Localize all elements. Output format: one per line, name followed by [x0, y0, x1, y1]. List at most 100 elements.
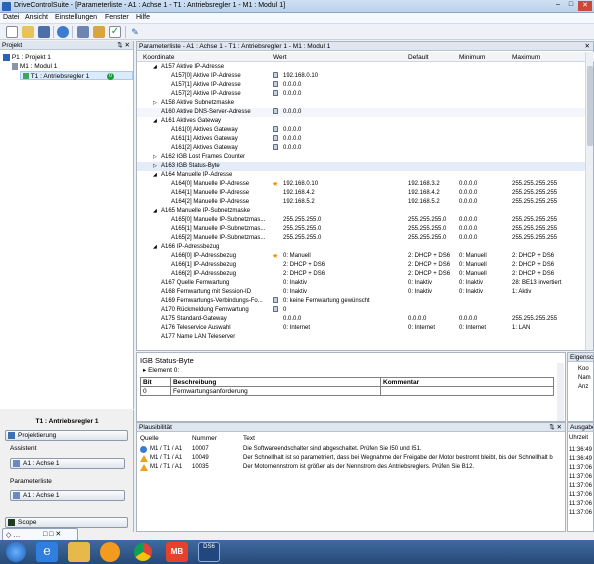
parameter-row[interactable]: A175 Standard-Gateway 0.0.0.0 0.0.0.0 0.0.0… [137, 315, 587, 324]
parameterliste-button[interactable]: A1 : Achse 1 [10, 490, 125, 501]
minimize-icon[interactable]: – [552, 1, 564, 11]
mb-app-icon[interactable]: MB [166, 542, 188, 562]
projektierung-button[interactable]: Projektierung [5, 430, 128, 441]
tree-item-project[interactable]: P1 : Projekt 1 [3, 53, 51, 62]
scrollbar-thumb[interactable] [587, 66, 593, 146]
value-cell[interactable]: 2: DHCP + DS6 [283, 261, 325, 270]
save-icon[interactable] [38, 26, 50, 38]
parameter-row[interactable]: A166[2] IP-Adressbezug 2: DHCP + DS6 2: DH… [137, 270, 587, 279]
value-cell[interactable]: 0.0.0.0 [283, 315, 301, 324]
menu-einstellungen[interactable]: Einstellungen [55, 14, 97, 21]
parameter-row[interactable]: ▷ A163 IGB Status-Byte [137, 162, 587, 171]
value-cell[interactable]: 0: Manuell [283, 252, 311, 261]
value-cell[interactable]: 0: Inaktiv [283, 288, 307, 297]
new-file-icon[interactable] [6, 26, 18, 38]
parameter-row[interactable]: A170 Rückmeldung Fernwartung 0 [137, 306, 587, 315]
column-wert[interactable]: Wert [273, 54, 287, 61]
value-cell[interactable]: 255.255.255.0 [283, 225, 321, 234]
value-cell[interactable]: 0.0.0.0 [283, 126, 301, 135]
parameter-row[interactable]: A165[1] Manuelle IP-Subnetzmas... 255.255… [137, 225, 587, 234]
parameter-row[interactable]: A161[1] Aktives Gateway 0.0.0.0 [137, 135, 587, 144]
parameter-row[interactable]: A176 Teleservice Auswahl 0: Internet 0: In… [137, 324, 587, 333]
explorer-folder-icon[interactable] [68, 542, 90, 562]
expander-icon[interactable]: ◢ [153, 207, 157, 216]
value-cell[interactable]: 0.0.0.0 [283, 135, 301, 144]
parameter-row[interactable]: A167 Quelle Fernwartung 0: Inaktiv 0: Inak… [137, 279, 587, 288]
menu-datei[interactable]: Datei [3, 14, 19, 21]
expander-icon[interactable]: ◢ [153, 243, 157, 252]
tree-item-drive[interactable]: T1 : Antriebsregler 1 0 [20, 71, 133, 80]
value-cell[interactable]: 192.168.5.2 [283, 198, 315, 207]
parameter-row[interactable]: ▷ A158 Aktive Subnetzmaske [137, 99, 587, 108]
value-cell[interactable]: 0.0.0.0 [283, 81, 301, 90]
parameter-row[interactable]: A161[2] Aktives Gateway 0.0.0.0 [137, 144, 587, 153]
chrome-icon[interactable] [134, 543, 152, 561]
print-icon[interactable] [93, 26, 105, 38]
plausibility-row[interactable]: M1 / T1 / A1 10007 Die Softwareendschalter… [137, 445, 567, 454]
parameter-row[interactable]: A160 Aktive DNS-Server-Adresse 0.0.0.0 [137, 108, 587, 117]
parameter-row[interactable]: A164[0] Manuelle IP-Adresse 192.168.0.10 1… [137, 180, 587, 189]
parameter-row[interactable]: ◢ A161 Aktives Gateway [137, 117, 587, 126]
parameter-row[interactable]: A164[2] Manuelle IP-Adresse 192.168.5.2 19… [137, 198, 587, 207]
parameter-row[interactable]: ◢ A165 Manuelle IP-Subnetzmaske [137, 207, 587, 216]
parameter-row[interactable]: A157[2] Aktive IP-Adresse 0.0.0.0 [137, 90, 587, 99]
open-folder-icon[interactable] [22, 26, 34, 38]
parameter-row[interactable]: A165[0] Manuelle IP-Subnetzmas... 255.255… [137, 216, 587, 225]
parameter-row[interactable]: ◢ A157 Aktive IP-Adresse [137, 63, 587, 72]
panel-close-icon[interactable]: ✕ [585, 42, 590, 51]
column-nummer[interactable]: Nummer [192, 435, 217, 442]
value-cell[interactable]: 192.168.0.10 [283, 72, 318, 81]
value-cell[interactable]: 0: keine Fernwartung gewünscht [283, 297, 370, 306]
column-minimum[interactable]: Minimum [459, 54, 485, 61]
parameter-row[interactable]: A166[1] IP-Adressbezug 2: DHCP + DS6 2: DH… [137, 261, 587, 270]
expander-icon[interactable]: ▷ [153, 162, 157, 171]
value-cell[interactable]: 0: Inaktiv [283, 279, 307, 288]
panel-close-icon[interactable]: ⇅ ✕ [549, 423, 562, 432]
scope-button[interactable]: Scope [5, 517, 128, 528]
grid-scrollbar[interactable] [585, 52, 593, 350]
panel-pin-icon[interactable]: ⇅ ✕ [117, 41, 130, 50]
info-icon[interactable] [57, 26, 69, 38]
parameter-row[interactable]: A157[0] Aktive IP-Adresse 192.168.0.10 [137, 72, 587, 81]
parameter-row[interactable]: A161[0] Aktives Gateway 0.0.0.0 [137, 126, 587, 135]
value-cell[interactable]: 0.0.0.0 [283, 144, 301, 153]
drivecontrolsuite-icon[interactable]: DS6 [198, 542, 220, 562]
plausibility-row[interactable]: M1 / T1 / A1 10035 Der Motornennstrom ist … [137, 463, 567, 472]
column-text[interactable]: Text [243, 435, 255, 442]
expander-icon[interactable]: ◢ [153, 171, 157, 180]
detail-scrollbar[interactable] [557, 363, 564, 421]
expander-icon[interactable]: ▷ [153, 153, 157, 162]
media-player-icon[interactable] [100, 542, 120, 562]
comment-cell[interactable] [380, 386, 554, 396]
menu-fenster[interactable]: Fenster [105, 14, 129, 21]
start-orb-icon[interactable] [6, 542, 26, 562]
close-icon[interactable]: ✕ [578, 1, 592, 11]
value-cell[interactable]: 255.255.255.0 [283, 234, 321, 243]
check-icon[interactable]: ✓ [109, 26, 121, 38]
value-cell[interactable]: 0.0.0.0 [283, 90, 301, 99]
internet-explorer-icon[interactable]: e [36, 542, 58, 562]
pen-icon[interactable]: ✎ [129, 26, 141, 38]
parameter-row[interactable]: A157[1] Aktive IP-Adresse 0.0.0.0 [137, 81, 587, 90]
parameter-row[interactable]: A169 Fernwartungs-Verbindungs-Fo... 0: ke… [137, 297, 587, 306]
value-cell[interactable]: 2: DHCP + DS6 [283, 270, 325, 279]
column-maximum[interactable]: Maximum [512, 54, 540, 61]
menu-hilfe[interactable]: Hilfe [136, 14, 150, 21]
assistent-button[interactable]: A1 : Achse 1 [10, 458, 125, 469]
parameter-row[interactable]: ◢ A164 Manuelle IP-Adresse [137, 171, 587, 180]
value-cell[interactable]: 255.255.255.0 [283, 216, 321, 225]
parameter-row[interactable]: A177 Name LAN Teleserver [137, 333, 587, 342]
parameter-row[interactable]: A168 Fernwartung mit Session-ID 0: Inakti… [137, 288, 587, 297]
value-cell[interactable]: 0: Internet [283, 324, 310, 333]
expander-icon[interactable]: ◢ [153, 63, 157, 72]
column-default[interactable]: Default [408, 54, 429, 61]
column-koordinate[interactable]: Koordinate [143, 54, 174, 61]
parameter-row[interactable]: A165[2] Manuelle IP-Subnetzmas... 255.255… [137, 234, 587, 243]
window-controls[interactable]: – □ ✕ [552, 1, 592, 11]
value-cell[interactable]: 0 [283, 306, 286, 315]
column-quelle[interactable]: Quelle [140, 435, 159, 442]
expander-icon[interactable]: ▷ [153, 99, 157, 108]
parameter-row[interactable]: A166[0] IP-Adressbezug 0: Manuell 2: DHCP … [137, 252, 587, 261]
tree-item-module[interactable]: M1 : Modul 1 [12, 62, 57, 71]
parameter-row[interactable]: ◢ A166 IP-Adressbezug [137, 243, 587, 252]
